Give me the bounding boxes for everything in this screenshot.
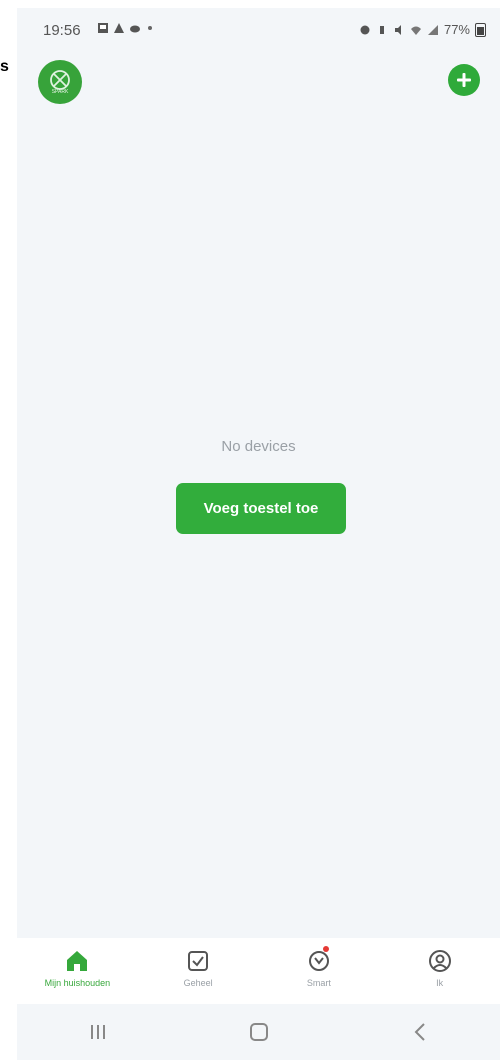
recent-apps-button[interactable] (78, 1017, 118, 1047)
status-bar: 19:56 77% (17, 8, 500, 52)
mute-icon (394, 24, 401, 35)
home-icon (67, 951, 88, 971)
avatar-caption: SPARK (51, 89, 69, 95)
tab-smart[interactable]: Smart (259, 938, 380, 1004)
home-system-button[interactable] (239, 1017, 279, 1047)
tab-label: Smart (306, 978, 331, 988)
more-dot-icon (148, 26, 152, 30)
battery-percent: 77% (443, 22, 470, 37)
tab-label: Mijn huishouden (44, 978, 111, 988)
notification-dot (322, 946, 329, 952)
status-left-icons (97, 22, 152, 34)
tab-label: Ik (436, 978, 444, 988)
back-chevron-icon (414, 1023, 425, 1041)
recent-apps-icon (90, 1025, 105, 1039)
battery-icon (475, 22, 486, 37)
tab-home[interactable]: Mijn huishouden (17, 938, 138, 1004)
phone-screen: 19:56 77% SPARK No devices Voeg toestel … (17, 8, 500, 1060)
back-button[interactable] (400, 1017, 440, 1047)
edge-mark: s (0, 58, 9, 75)
empty-state-message: No devices (221, 438, 296, 455)
wifi-icon (410, 26, 421, 35)
cloud-icon (130, 25, 140, 33)
profile-icon (428, 950, 451, 972)
home-avatar[interactable]: SPARK (38, 60, 82, 104)
warning-icon (114, 23, 124, 33)
tab-label: Geheel (183, 978, 213, 988)
status-time: 19:56 (43, 22, 81, 39)
logo-icon (50, 70, 70, 90)
tab-geheel[interactable]: Geheel (138, 938, 259, 1004)
signal-icon (427, 24, 438, 35)
status-right-icons: 77% (359, 22, 486, 37)
add-device-button[interactable] (448, 64, 480, 96)
vibrate-icon (379, 25, 384, 34)
plus-icon (457, 73, 471, 87)
smart-icon (308, 951, 329, 971)
system-navigation-bar (17, 1004, 500, 1060)
add-device-primary-button[interactable]: Voeg toestel toe (176, 483, 346, 534)
alarm-icon (360, 25, 370, 34)
checkbox-icon (188, 951, 209, 971)
home-square-icon (249, 1023, 268, 1041)
bottom-navigation: Mijn huishouden Geheel Smart Ik (17, 938, 500, 1004)
image-icon (98, 23, 108, 33)
tab-profile[interactable]: Ik (379, 938, 500, 1004)
